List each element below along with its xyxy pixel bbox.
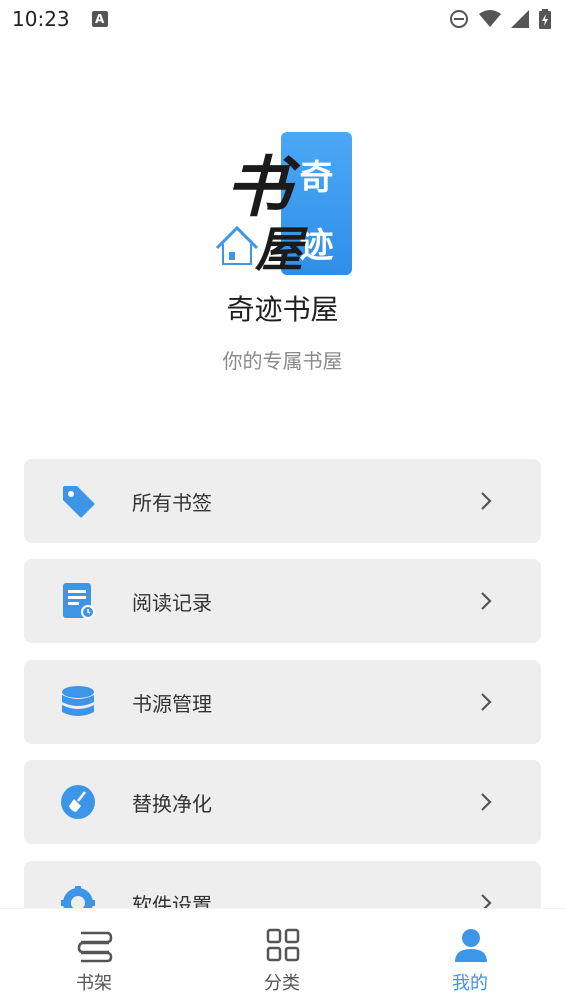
app-slogan: 你的专属书屋	[222, 349, 343, 373]
profile-menu: 所有书签 阅读记录 书源管理 替换净化 软件设置	[24, 459, 541, 909]
category-grid-icon	[266, 928, 300, 962]
tab-bookshelf[interactable]: 书架	[0, 909, 188, 1005]
chevron-right-icon	[481, 894, 492, 909]
menu-item-source-management[interactable]: 书源管理	[24, 660, 541, 744]
status-icons	[449, 9, 551, 29]
tab-mine[interactable]: 我的	[376, 909, 564, 1005]
menu-label: 所有书签	[132, 490, 212, 515]
logo-char-qi: 奇	[299, 158, 334, 198]
status-bar: 10:23 A	[0, 0, 565, 38]
tab-label: 我的	[452, 973, 488, 994]
status-time: 10:23	[12, 7, 70, 31]
app-logo: 奇 迹 书 屋	[215, 132, 352, 278]
chevron-right-icon	[481, 592, 492, 610]
broom-icon	[58, 782, 98, 822]
menu-label: 阅读记录	[132, 590, 212, 615]
person-icon	[455, 929, 487, 962]
gear-icon	[58, 883, 98, 909]
menu-label: 软件设置	[132, 892, 212, 910]
chevron-right-icon	[481, 693, 492, 711]
menu-item-replace-purify[interactable]: 替换净化	[24, 760, 541, 844]
signal-icon	[511, 10, 529, 28]
bookshelf-icon	[77, 931, 113, 963]
menu-item-bookmarks[interactable]: 所有书签	[24, 459, 541, 543]
bottom-tab-bar: 书架 分类 我的	[0, 908, 565, 1004]
house-icon	[215, 225, 259, 265]
database-icon	[58, 682, 98, 722]
chevron-right-icon	[481, 793, 492, 811]
menu-item-reading-history[interactable]: 阅读记录	[24, 559, 541, 643]
menu-label: 书源管理	[132, 691, 212, 716]
tag-icon	[58, 481, 98, 521]
tab-category[interactable]: 分类	[188, 909, 376, 1005]
tab-label: 书架	[76, 973, 112, 994]
menu-label: 替换净化	[132, 791, 212, 816]
wifi-icon	[479, 10, 501, 27]
notification-a-icon: A	[91, 11, 108, 27]
logo-char-wu: 屋	[255, 222, 304, 278]
battery-icon	[539, 9, 551, 29]
menu-item-settings[interactable]: 软件设置	[24, 861, 541, 909]
tab-label: 分类	[264, 973, 300, 994]
chevron-right-icon	[481, 492, 492, 510]
app-name: 奇迹书屋	[226, 293, 339, 326]
reading-history-icon	[58, 581, 98, 621]
dnd-icon	[450, 10, 468, 28]
